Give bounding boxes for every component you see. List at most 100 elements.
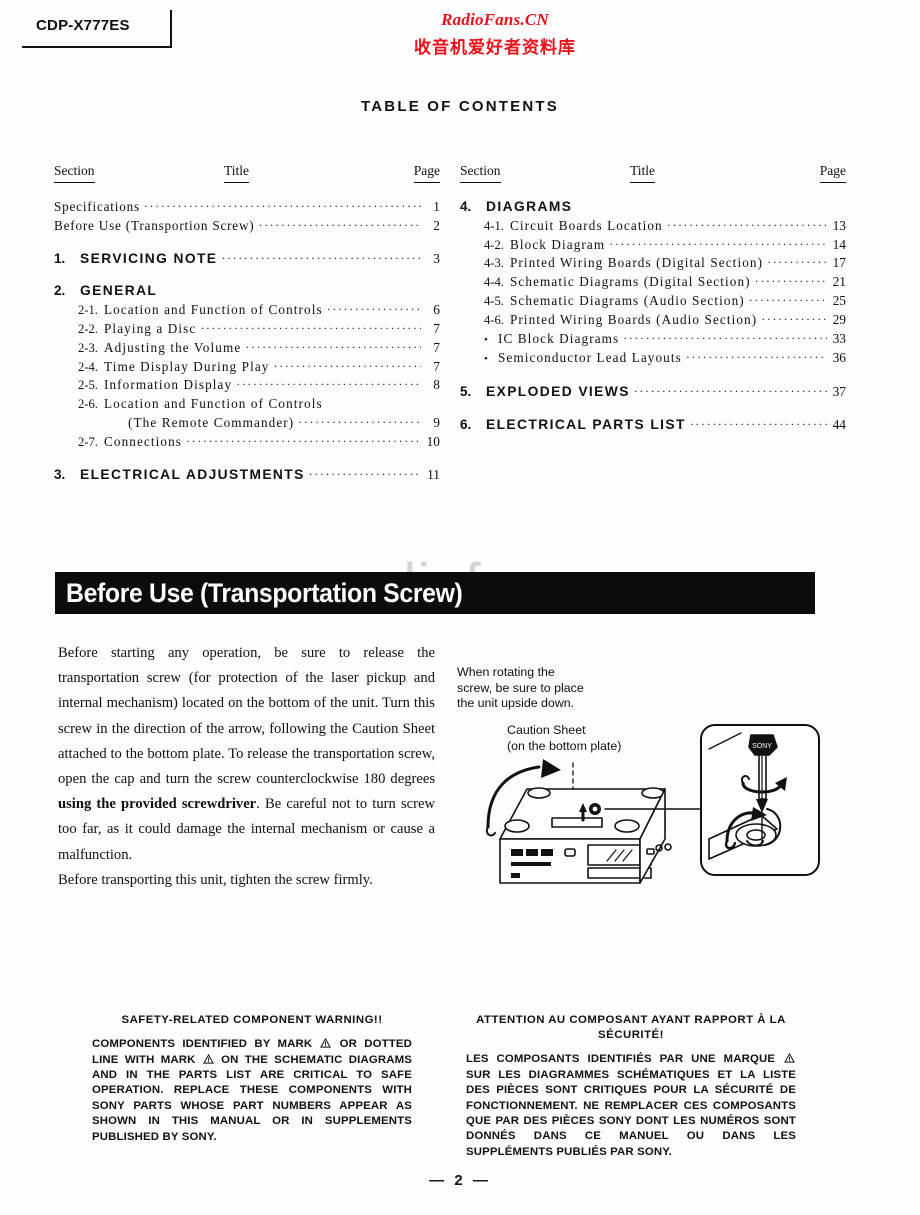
toc-entry[interactable]: 2-1. Location and Function of Controls 6 <box>54 301 440 320</box>
toc-entry-number: 2-7. <box>78 434 98 449</box>
toc-header-title: Title <box>630 162 656 183</box>
toc-entry-label: Before Use (Transportion Screw) <box>54 217 255 233</box>
toc-column-left: Section Title Page Specifications 1 Before Us… <box>54 162 440 484</box>
warning-triangle-icon-3 <box>784 1053 795 1063</box>
toc-entry-number: 2-6. <box>78 397 98 412</box>
toc-leader-dots <box>767 253 827 272</box>
toc-entry-page: 2 <box>433 217 440 233</box>
unit-jack-3 <box>664 843 672 851</box>
toc-entry[interactable]: 4-4. Schematic Diagrams (Digital Section)… <box>460 273 846 292</box>
section-banner: Before Use (Transportation Screw) <box>55 572 815 614</box>
toc-entry[interactable]: 6. ELECTRICAL PARTS LIST 44 <box>460 416 846 435</box>
toc-entry-number: 5. <box>460 384 472 400</box>
toc-leader-dots <box>690 415 827 434</box>
toc-entry[interactable]: 4-6. Printed Wiring Boards (Audio Section… <box>460 311 846 330</box>
page-title: TABLE OF CONTENTS <box>361 98 559 115</box>
toc-entry-label: Adjusting the Volume <box>104 339 242 355</box>
toc-entry[interactable]: 5. EXPLODED VIEWS 37 <box>460 383 846 402</box>
toc-entry[interactable]: 4-5. Schematic Diagrams (Audio Section) 25 <box>460 292 846 311</box>
toc-entry-label: Printed Wiring Boards (Digital Section) <box>510 255 764 271</box>
illustration-caption-rotate: When rotating the screw, be sure to plac… <box>457 665 584 710</box>
toc-header-title: Title <box>224 162 250 183</box>
toc-entry-number: 2-5. <box>78 378 98 393</box>
toc-entry[interactable]: 2-6. Location and Function of Controls <box>54 395 440 414</box>
toc-entry-number: 4-3. <box>484 256 504 271</box>
screwdriver-handle-mark: SONY <box>752 743 772 750</box>
toc-entry-number: • <box>484 333 488 346</box>
toc-entry[interactable]: 2-7. Connections 10 <box>54 433 440 452</box>
site-name-en: RadioFans.CN <box>441 10 549 29</box>
toc-entry[interactable]: 2-2. Playing a Disc 7 <box>54 320 440 339</box>
unit-foot-bottom-left <box>504 819 530 833</box>
unit-foot-bottom-right <box>614 819 640 833</box>
toc-leader-dots <box>634 382 827 401</box>
warn-en-a: COMPONENTS IDENTIFIED BY MARK <box>92 1038 320 1051</box>
toc-entry-label: ELECTRICAL PARTS LIST <box>486 416 686 432</box>
unit-button-1 <box>511 849 523 856</box>
toc-entry[interactable]: 2. GENERAL <box>54 282 440 301</box>
toc-leader-dots <box>258 216 421 235</box>
toc-leader-dots <box>144 197 421 216</box>
toc-leader-dots <box>609 235 827 254</box>
toc-entry-page: 37 <box>832 384 846 400</box>
warning-triangle-icon-2 <box>202 1053 214 1064</box>
toc-entry-page: 1 <box>433 199 440 214</box>
unit-button-2 <box>526 849 538 856</box>
transportation-screw-slot <box>592 806 598 812</box>
toc-leader-dots <box>667 216 827 235</box>
toc-entry-continuation[interactable]: (The Remote Commander) 9 <box>128 414 440 433</box>
toc-entry-page: 33 <box>832 330 846 346</box>
toc-leader-dots <box>309 465 421 484</box>
toc-leader-dots <box>686 348 827 367</box>
toc-header-page: Page <box>819 162 846 183</box>
toc-entry-number: • <box>484 353 488 366</box>
flip-arrow-tail <box>485 826 496 837</box>
toc-entry-label: IC Block Diagrams <box>498 330 620 346</box>
toc-entry[interactable]: 2-5. Information Display 8 <box>54 376 440 395</box>
toc-entry-page: 9 <box>433 414 440 430</box>
toc-entry-page: 17 <box>832 255 846 271</box>
toc-entry[interactable]: 4-2. Block Diagram 14 <box>460 236 846 255</box>
toc-entry[interactable]: • IC Block Diagrams 33 <box>460 330 846 350</box>
toc-entry[interactable]: 3. ELECTRICAL ADJUSTMENTS 11 <box>54 466 440 485</box>
toc-entry[interactable]: 2-4. Time Display During Play 7 <box>54 358 440 377</box>
toc-entry-label: Specifications <box>54 199 140 214</box>
toc-entry-page: 6 <box>433 302 440 318</box>
toc-entry-number: 4-5. <box>484 293 504 308</box>
toc-entry-list: Specifications 1 Before Use (Transportion … <box>54 198 440 484</box>
toc-entry[interactable]: 1. SERVICING NOTE 3 <box>54 250 440 269</box>
toc-entry[interactable]: Specifications 1 <box>54 198 440 217</box>
toc-header-section: Section <box>460 162 501 183</box>
toc-entry-page: 29 <box>832 311 846 327</box>
toc-entry[interactable]: Before Use (Transportion Screw) 2 <box>54 217 440 236</box>
safety-warning-french: ATTENTION AU COMPOSANT AYANT RAPPORT À L… <box>466 1013 796 1160</box>
toc-leader-dots <box>221 249 421 268</box>
flip-arrow-head <box>541 759 561 778</box>
toc-entry-number: 2-4. <box>78 359 98 374</box>
toc-leader-dots <box>623 329 827 348</box>
toc-entry-label: Schematic Diagrams (Digital Section) <box>510 274 751 290</box>
caution-sheet-label <box>551 817 603 828</box>
warn-fr-a: LES COMPOSANTS IDENTIFIÉS PAR UNE MARQUE <box>466 1053 783 1066</box>
toc-entry-page: 44 <box>832 416 846 432</box>
section-banner-title: Before Use (Transportation Screw) <box>66 578 463 608</box>
toc-entry[interactable]: • Semiconductor Lead Layouts 36 <box>460 349 846 369</box>
warn-en-c: ON THE SCHEMATIC DIAGRAMS AND IN THE PAR… <box>92 1053 412 1143</box>
toc-entry-label: SERVICING NOTE <box>80 250 218 266</box>
toc-entry[interactable]: 4-3. Printed Wiring Boards (Digital Secti… <box>460 254 846 273</box>
toc-entry-number: 6. <box>460 416 472 432</box>
unit-foot-top-left <box>527 787 551 799</box>
toc-entry[interactable]: 4. DIAGRAMS <box>460 198 846 217</box>
toc-entry-label: DIAGRAMS <box>486 199 573 214</box>
toc-entry-page: 36 <box>832 350 846 366</box>
toc-entry[interactable]: 2-3. Adjusting the Volume 7 <box>54 339 440 358</box>
toc-entry-number: 2-3. <box>78 340 98 355</box>
toc-entry[interactable]: 4-1. Circuit Boards Location 13 <box>460 217 846 236</box>
toc-header-page: Page <box>413 162 440 183</box>
toc-entry-label: EXPLODED VIEWS <box>486 384 630 400</box>
toc-entry-number: 4-6. <box>484 312 504 327</box>
toc-entry-page: 10 <box>426 433 440 449</box>
toc-leader-dots <box>245 338 421 357</box>
toc-entry-label: Circuit Boards Location <box>510 217 663 233</box>
toc-leader-dots <box>755 272 827 291</box>
